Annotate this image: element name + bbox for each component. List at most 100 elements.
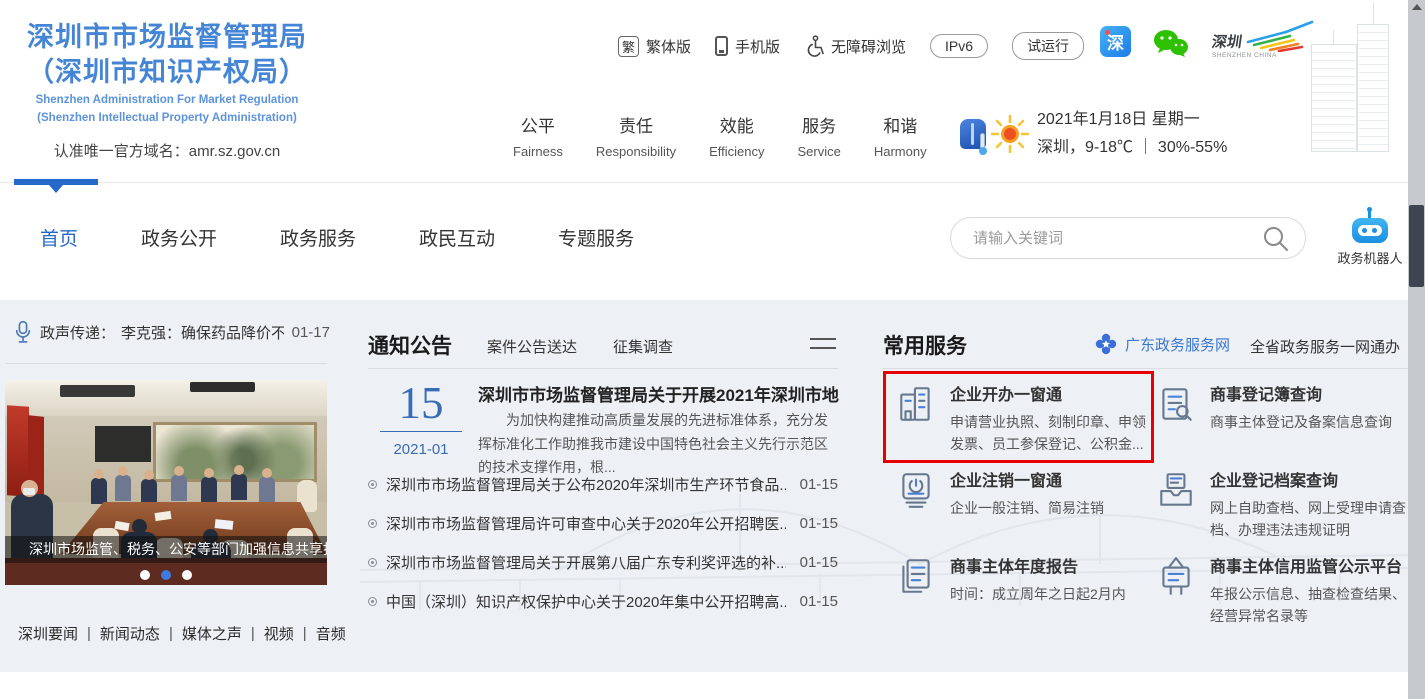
notice-item[interactable]: 中国（深圳）知识产权保护中心关于2020年集中公开招聘高... 01-15 [368, 589, 838, 613]
sz-logo-cn-text: 深圳 [1211, 31, 1244, 52]
photo-person [259, 477, 275, 503]
link-news-updates[interactable]: 新闻动态 [100, 623, 160, 644]
value-en: Fairness [513, 144, 563, 159]
service-desc: 年报公示信息、抽查检查结果、经营异常名录等 [1210, 584, 1408, 627]
weather-text: 2021年1月18日 星期一 深圳，9-18℃ ｜ 30%-55% [1037, 106, 1227, 162]
service-title[interactable]: 商事主体信用监管公示平台 [1210, 553, 1408, 577]
value-efficiency: 效能 Efficiency [709, 112, 764, 159]
province-onestop-link[interactable]: 全省政务服务一网通办 [1250, 336, 1400, 357]
scrollbar-thumb[interactable] [1409, 205, 1424, 287]
gov-robot-button[interactable]: 政务机器人 [1336, 210, 1404, 267]
carousel-dot-3[interactable] [182, 570, 192, 580]
service-text: 商事登记簿查询 商事主体登记及备案信息查询 [1210, 381, 1408, 467]
voice-headline[interactable]: 李克强：确保药品降价不降... [121, 322, 284, 343]
site-title-cn-2: （深圳市知识产权局） [14, 55, 320, 90]
policy-voice-row[interactable]: 政声传递： 李克强：确保药品降价不降... 01-17 [14, 320, 330, 344]
document-search-icon [1155, 383, 1197, 425]
weather-icons [960, 115, 1029, 153]
notice-item[interactable]: 深圳市市场监督管理局关于公布2020年深圳市生产环节食品... 01-15 [368, 472, 838, 496]
weather-widget: 2021年1月18日 星期一 深圳，9-18℃ ｜ 30%-55% [960, 106, 1227, 162]
carousel-dot-1[interactable] [140, 570, 150, 580]
official-domain-note: 认准唯一官方域名：amr.sz.gov.cn [14, 140, 320, 161]
link-shenzhen-news[interactable]: 深圳要闻 [18, 623, 78, 644]
site-title-en-2: (Shenzhen Intellectual Property Administ… [14, 111, 320, 125]
featured-underline [380, 431, 462, 432]
carousel-caption[interactable]: 深圳市场监管、税务、公安等部门加强信息共享打击.. [5, 536, 327, 563]
service-desc: 申请营业执照、刻制印章、申领发票、员工参保登记、公积金... [950, 412, 1148, 455]
service-text: 企业登记档案查询 网上自助查档、网上受理申请查档、办理违法违规证明 [1210, 467, 1408, 553]
value-en: Responsibility [596, 144, 676, 159]
service-title[interactable]: 商事主体年度报告 [950, 553, 1148, 577]
main-nav: 首页 政务公开 政务服务 政民互动 专题服务 [40, 224, 634, 251]
trial-run-badge[interactable]: 试运行 [1012, 32, 1084, 60]
link-media-voice[interactable]: 媒体之声 [182, 623, 242, 644]
nav-item-gov-services[interactable]: 政务服务 [280, 224, 356, 251]
nav-item-interaction[interactable]: 政民互动 [419, 224, 495, 251]
search-input[interactable] [973, 230, 1262, 247]
guangdong-portal-link[interactable]: 广东政务服务网 [1095, 333, 1230, 355]
news-carousel[interactable]: 深圳市场监管、税务、公安等部门加强信息共享打击.. [5, 380, 327, 585]
scroll-up-arrow[interactable] [1412, 4, 1422, 10]
guangdong-portal-label: 广东政务服务网 [1125, 334, 1230, 355]
accessibility-link[interactable]: 无障碍浏览 [804, 35, 906, 57]
featured-notice-title[interactable]: 深圳市市场监督管理局关于开展2021年深圳市地... [478, 381, 840, 406]
featured-notice-summary: 为加快构建推动高质量发展的先进标准体系，充分发挥标准化工作助推我市建设中国特色社… [478, 409, 840, 480]
tab-case-announcements[interactable]: 案件公告送达 [487, 336, 577, 357]
notice-title[interactable]: 深圳市市场监督管理局关于公布2020年深圳市生产环节食品... [386, 474, 786, 495]
power-off-icon [895, 469, 937, 511]
service-credit-platform[interactable]: 商事主体信用监管公示平台 年报公示信息、抽查检查结果、经营异常名录等 [1155, 553, 1410, 639]
notice-title[interactable]: 深圳市市场监督管理局关于开展第八届广东专利奖评选的补... [386, 552, 786, 573]
services-grid: 企业开办一窗通 申请营业执照、刻制印章、申领发票、员工参保登记、公积金... 商… [895, 381, 1410, 639]
ishenzhen-app-icon[interactable]: 深 [1100, 26, 1131, 57]
traditional-version-link[interactable]: 繁 繁体版 [618, 36, 691, 57]
link-audio[interactable]: 音频 [316, 623, 346, 644]
wechat-icon[interactable] [1152, 28, 1190, 65]
scrollbar-track[interactable] [1408, 0, 1425, 699]
more-icon[interactable] [810, 338, 836, 356]
voice-date: 01-17 [292, 324, 330, 341]
value-en: Service [797, 144, 840, 159]
notices-section-title: 通知公告 [368, 330, 452, 360]
notice-title[interactable]: 深圳市市场监督管理局许可审查中心关于2020年公开招聘医... [386, 513, 786, 534]
tab-surveys[interactable]: 征集调查 [613, 336, 673, 357]
news-category-links: 深圳要闻 | 新闻动态 | 媒体之声 | 视频 | 音频 [18, 623, 346, 644]
service-annual-report[interactable]: 商事主体年度报告 时间：成立周年之日起2月内 [895, 553, 1155, 639]
service-text: 商事主体年度报告 时间：成立周年之日起2月内 [950, 553, 1148, 639]
separator: | [303, 625, 307, 642]
value-cn: 责任 [596, 112, 676, 137]
service-title[interactable]: 企业开办一窗通 [950, 381, 1148, 405]
ipv6-badge[interactable]: IPv6 [930, 34, 988, 58]
link-video[interactable]: 视频 [264, 623, 294, 644]
service-registry-search[interactable]: 商事登记簿查询 商事主体登记及备案信息查询 [1155, 381, 1410, 467]
search-icon[interactable] [1262, 225, 1289, 252]
service-title[interactable]: 商事登记簿查询 [1210, 381, 1408, 405]
service-company-closing[interactable]: 企业注销一窗通 企业一般注销、简易注销 [895, 467, 1155, 553]
left-divider [5, 363, 327, 364]
service-company-opening[interactable]: 企业开办一窗通 申请营业执照、刻制印章、申领发票、员工参保登记、公积金... [895, 381, 1155, 467]
bullet-icon [368, 558, 377, 567]
notice-item[interactable]: 深圳市市场监督管理局许可审查中心关于2020年公开招聘医... 01-15 [368, 511, 838, 535]
bullet-icon [368, 519, 377, 528]
heart-dot [1105, 30, 1110, 35]
photo-person [231, 474, 247, 500]
service-title[interactable]: 企业登记档案查询 [1210, 467, 1408, 491]
site-logo[interactable]: 深圳市市场监督管理局 （深圳市知识产权局） Shenzhen Administr… [14, 20, 320, 161]
featured-month: 2021-01 [380, 441, 462, 458]
mobile-version-link[interactable]: 手机版 [715, 36, 780, 57]
carousel-dot-2[interactable] [161, 570, 171, 580]
photo-shape [5, 380, 327, 416]
notice-date: 01-15 [800, 593, 838, 610]
service-desc: 网上自助查档、网上受理申请查档、办理违法违规证明 [1210, 498, 1408, 541]
notice-title[interactable]: 中国（深圳）知识产权保护中心关于2020年集中公开招聘高... [386, 591, 786, 612]
report-pages-icon [895, 555, 937, 597]
nav-item-home[interactable]: 首页 [40, 224, 78, 251]
nav-item-gov-info[interactable]: 政务公开 [141, 224, 217, 251]
service-archive-search[interactable]: 企业登记档案查询 网上自助查档、网上受理申请查档、办理违法违规证明 [1155, 467, 1410, 553]
mobile-version-label: 手机版 [735, 36, 780, 57]
search-box[interactable] [950, 217, 1306, 259]
value-service: 服务 Service [797, 112, 840, 159]
service-title[interactable]: 企业注销一窗通 [950, 467, 1148, 491]
value-harmony: 和谐 Harmony [874, 112, 927, 159]
notice-item[interactable]: 深圳市市场监督管理局关于开展第八届广东专利奖评选的补... 01-15 [368, 550, 838, 574]
nav-item-special[interactable]: 专题服务 [558, 224, 634, 251]
